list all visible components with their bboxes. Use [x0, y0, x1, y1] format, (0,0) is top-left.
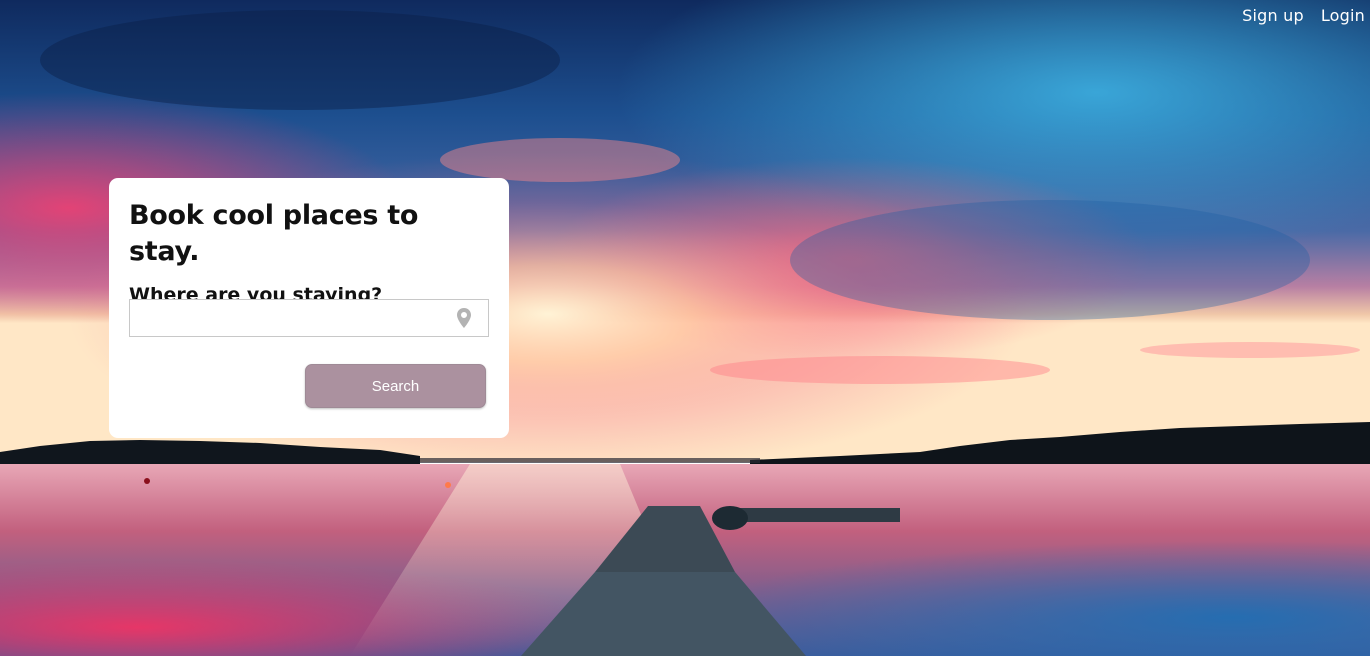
top-nav: Sign up Login — [1242, 6, 1365, 25]
login-link[interactable]: Login — [1321, 6, 1365, 25]
location-input[interactable] — [130, 300, 460, 336]
search-button[interactable]: Search — [305, 364, 486, 408]
map-pin-icon — [457, 308, 471, 328]
signup-link[interactable]: Sign up — [1242, 6, 1304, 25]
card-title: Book cool places to stay. — [129, 200, 419, 267]
search-card: Book cool places to stay. Where are you … — [109, 178, 509, 438]
landing-page: Sign up Login Book cool places to stay. … — [0, 0, 1370, 656]
location-field — [129, 299, 489, 337]
